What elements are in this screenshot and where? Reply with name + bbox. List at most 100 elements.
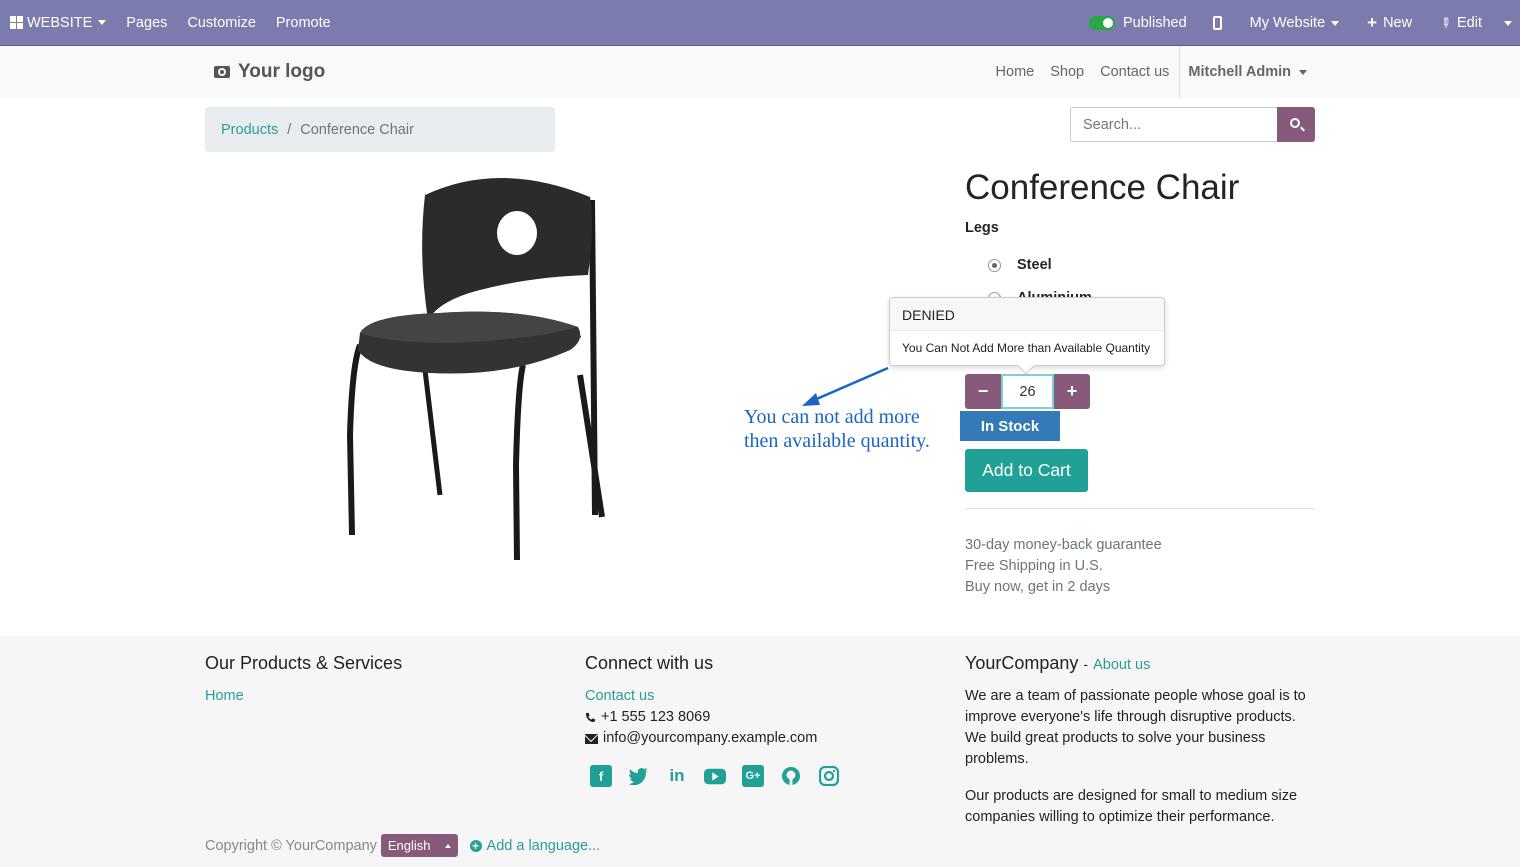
nav-shop[interactable]: Shop — [1042, 64, 1092, 80]
footer-home-link[interactable]: Home — [205, 686, 402, 707]
language-selector[interactable]: English — [380, 834, 458, 857]
published-label: Published — [1122, 15, 1187, 31]
footer-heading: Connect with us — [585, 653, 714, 673]
facebook-icon[interactable]: f — [590, 765, 612, 787]
site-header: Your logo Home Shop Contact us Mitchell … — [0, 46, 1520, 98]
annotation-line: You can not add more — [744, 406, 920, 428]
annotation-line: then available quantity. — [744, 430, 930, 452]
search-input[interactable] — [1070, 107, 1277, 142]
admin-navbar: WEBSITE Pages Customize Promote Publishe… — [0, 0, 1520, 46]
camera-icon — [214, 66, 230, 78]
published-toggle[interactable]: Published — [1079, 0, 1203, 46]
footer-col-products: Our Products & Services Home — [205, 653, 402, 707]
footer-contact-link[interactable]: Contact us — [585, 686, 817, 707]
benefit-item: Free Shipping in U.S. — [965, 558, 1103, 574]
heading-separator: - — [1083, 656, 1089, 672]
stock-badge: In Stock — [960, 411, 1060, 441]
website-selector-label: My Website — [1249, 15, 1326, 31]
company-name: YourCompany — [965, 653, 1079, 673]
plus-icon: + — [1367, 13, 1378, 32]
quantity-input[interactable] — [1001, 374, 1054, 409]
add-language-link[interactable]: + Add a language... — [469, 837, 601, 854]
chevron-up-icon — [444, 843, 451, 848]
benefit-item: Buy now, get in 2 days — [965, 579, 1111, 595]
add-language-label: Add a language... — [486, 837, 601, 854]
phone-number: +1 555 123 8069 — [601, 709, 711, 725]
option-label: Steel — [1017, 257, 1052, 273]
logo-text: Your logo — [238, 61, 326, 82]
company-description-2: Our products are designed for small to m… — [965, 788, 1298, 825]
option-steel[interactable]: Steel — [988, 257, 1052, 273]
about-us-link[interactable]: About us — [1093, 657, 1150, 673]
youtube-icon[interactable] — [704, 765, 726, 787]
new-label: New — [1383, 15, 1413, 31]
breadcrumb-products[interactable]: Products — [221, 122, 278, 138]
twitter-icon[interactable] — [628, 765, 650, 787]
copyright-text: Copyright © YourCompany — [205, 837, 377, 854]
app-menu-label: WEBSITE — [27, 14, 93, 31]
social-links: f in G+ — [590, 765, 840, 787]
language-label: English — [387, 838, 431, 853]
search-form — [1070, 107, 1315, 142]
chevron-down-icon — [98, 20, 107, 25]
company-description: We are a team of passionate people whose… — [965, 688, 1306, 767]
footer-email: info@yourcompany.example.com — [585, 728, 817, 749]
pages-menu[interactable]: Pages — [116, 0, 177, 46]
edit-dropdown-toggle[interactable] — [1500, 0, 1520, 46]
denied-popover: DENIED You Can Not Add More than Availab… — [889, 297, 1165, 375]
user-menu[interactable]: Mitchell Admin — [1179, 46, 1315, 98]
quantity-increase-button[interactable]: + — [1054, 374, 1090, 409]
google-plus-icon[interactable]: G+ — [742, 765, 764, 787]
chevron-down-icon — [1331, 20, 1340, 26]
popover-title: DENIED — [890, 298, 1164, 331]
breadcrumb: Products / Conference Chair — [205, 107, 555, 152]
breadcrumb-separator: / — [287, 121, 292, 138]
app-menu-button[interactable]: WEBSITE — [0, 0, 116, 46]
edit-button[interactable]: ✎ Edit — [1430, 0, 1500, 46]
apps-grid-icon — [10, 16, 23, 29]
chevron-down-icon — [1504, 20, 1512, 26]
linkedin-icon[interactable]: in — [666, 765, 688, 787]
envelope-icon — [585, 733, 598, 744]
promote-menu[interactable]: Promote — [266, 0, 341, 46]
quantity-stepper: − + — [965, 374, 1090, 409]
email-address: info@yourcompany.example.com — [603, 730, 818, 746]
footer-heading: YourCompany - About us — [965, 653, 1315, 674]
copyright-bar: Copyright © YourCompany English + Add a … — [205, 834, 600, 857]
attribute-label: Legs — [965, 220, 999, 236]
product-title: Conference Chair — [965, 168, 1240, 207]
pencil-icon: ✎ — [1436, 13, 1456, 32]
search-icon — [1290, 118, 1300, 128]
phone-icon — [585, 712, 596, 723]
annotation-arrow-icon — [802, 366, 889, 406]
radio-selected-icon[interactable] — [988, 258, 1001, 272]
github-icon[interactable] — [780, 765, 802, 787]
user-name: Mitchell Admin — [1188, 64, 1291, 80]
footer-col-company: YourCompany - About us We are a team of … — [965, 653, 1315, 828]
site-nav: Home Shop Contact us Mitchell Admin — [988, 46, 1315, 98]
add-to-cart-button[interactable]: Add to Cart — [965, 449, 1088, 492]
nav-home[interactable]: Home — [988, 64, 1043, 80]
product-benefits: 30-day money-back guarantee Free Shippin… — [965, 535, 1162, 598]
mobile-icon — [1212, 16, 1222, 30]
footer-col-connect: Connect with us Contact us +1 555 123 80… — [585, 653, 817, 749]
website-selector[interactable]: My Website — [1240, 0, 1357, 46]
footer-phone: +1 555 123 8069 — [585, 707, 817, 728]
product-image — [346, 177, 605, 561]
customize-menu[interactable]: Customize — [177, 0, 266, 46]
instagram-icon[interactable] — [818, 765, 840, 787]
search-button[interactable] — [1277, 107, 1315, 142]
annotation-text: You can not add more then available quan… — [744, 405, 930, 453]
quantity-decrease-button[interactable]: − — [965, 374, 1001, 409]
new-button[interactable]: + New — [1357, 0, 1430, 46]
benefit-item: 30-day money-back guarantee — [965, 537, 1162, 553]
plus-circle-icon: + — [469, 839, 482, 852]
chevron-down-icon — [1299, 69, 1307, 75]
divider — [965, 508, 1315, 509]
breadcrumb-current: Conference Chair — [300, 121, 414, 138]
edit-label: Edit — [1457, 15, 1482, 31]
mobile-preview-button[interactable] — [1203, 0, 1240, 46]
nav-contact[interactable]: Contact us — [1092, 64, 1177, 80]
site-logo[interactable]: Your logo — [214, 61, 325, 83]
footer-heading: Our Products & Services — [205, 653, 403, 673]
